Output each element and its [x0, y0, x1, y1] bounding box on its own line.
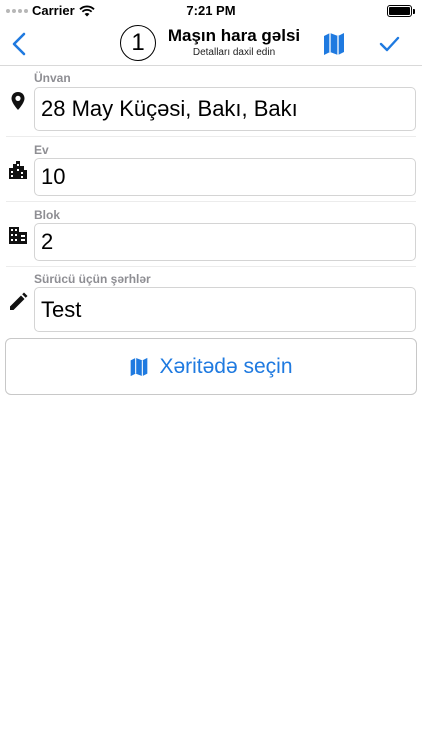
battery-icon: [387, 5, 415, 17]
house-label: Ev: [34, 143, 49, 157]
city-icon: [9, 161, 27, 179]
map-icon: [131, 357, 148, 376]
status-time: 7:21 PM: [186, 3, 236, 18]
back-button[interactable]: [8, 30, 32, 58]
address-label: Ünvan: [34, 71, 71, 85]
navigation-bar: 1 Maşın hara gəlsi Detalları daxil edin: [0, 22, 422, 66]
pick-on-map-label: Xəritədə seçin: [159, 354, 293, 378]
block-field[interactable]: 2: [34, 223, 416, 261]
page-title: Maşın hara gəlsi: [167, 26, 301, 45]
house-field[interactable]: 10: [34, 158, 416, 196]
divider: [6, 201, 416, 202]
driver-notes-label: Sürücü üçün şərhlər: [34, 272, 151, 286]
block-label: Blok: [34, 208, 61, 222]
pick-on-map-button[interactable]: Xəritədə seçin: [5, 338, 417, 395]
building-icon: [9, 227, 27, 244]
status-bar: Carrier 7:21 PM: [0, 0, 422, 22]
pencil-icon: [10, 292, 28, 310]
driver-notes-field[interactable]: Test: [34, 287, 416, 332]
page-subtitle: Detalları daxil edin: [192, 47, 276, 58]
address-field[interactable]: 28 May Küçəsi, Bakı, Bakı: [34, 87, 416, 131]
house-row: Ev 10: [0, 140, 422, 198]
divider: [6, 266, 416, 267]
divider: [6, 136, 416, 137]
step-number-badge: 1: [120, 25, 156, 61]
driver-notes-row: Sürücü üçün şərhlər Test: [0, 270, 422, 334]
address-row: Ünvan 28 May Küçəsi, Bakı, Bakı: [0, 67, 422, 135]
block-row: Blok 2: [0, 205, 422, 263]
map-button[interactable]: [322, 31, 346, 57]
location-pin-icon: [11, 92, 25, 110]
done-checkmark-button[interactable]: [378, 33, 400, 55]
